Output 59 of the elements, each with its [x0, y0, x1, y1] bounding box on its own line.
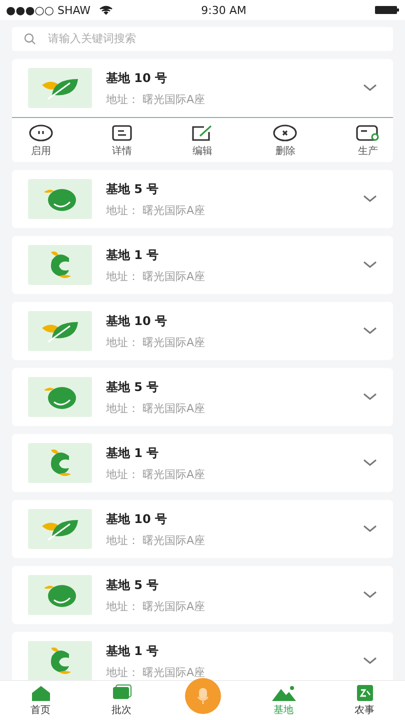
base-name: 基地 10 号	[106, 70, 168, 86]
base-address: 地址： 曙光国际A座	[106, 268, 206, 284]
base-address: 地址： 曙光国际A座	[106, 92, 206, 106]
action-button[interactable]: 详情	[110, 124, 133, 158]
base-card[interactable]: 基地 10 号 地址： 曙光国际A座 启用 详情 编辑 删除 生产	[12, 59, 393, 162]
base-name: 基地 10 号	[106, 312, 168, 330]
chevron-down-icon[interactable]	[363, 261, 377, 269]
base-card[interactable]: 基地 10 号 地址： 曙光国际A座	[12, 500, 393, 558]
base-card[interactable]: 基地 5 号 地址： 曙光国际A座	[12, 368, 393, 426]
base-address: 地址： 曙光国际A座	[106, 598, 206, 614]
base-card[interactable]: 基地 5 号 地址： 曙光国际A座	[12, 566, 393, 624]
chevron-down-icon[interactable]	[363, 393, 377, 401]
base-name: 基地 10 号	[106, 510, 168, 528]
base-address: 地址： 曙光国际A座	[106, 202, 206, 218]
chevron-down-icon[interactable]	[363, 525, 377, 533]
chevron-down-icon[interactable]	[363, 195, 377, 203]
wifi-icon	[98, 5, 113, 15]
base-card[interactable]: 基地 1 号 地址： 曙光国际A座	[12, 632, 393, 680]
base-name: 基地 5 号	[106, 180, 160, 198]
base-card[interactable]: 基地 10 号 地址： 曙光国际A座	[12, 302, 393, 360]
tab-item[interactable]: 基地	[243, 684, 324, 720]
document-icon	[110, 124, 133, 142]
home-icon	[30, 684, 52, 702]
battery-icon	[375, 6, 399, 14]
base-name: 基地 1 号	[106, 444, 160, 462]
action-button[interactable]: 编辑	[190, 124, 216, 158]
base-card[interactable]: 基地 1 号 地址： 曙光国际A座	[12, 236, 393, 294]
search-icon	[24, 33, 36, 45]
action-button[interactable]: 生产	[355, 124, 381, 158]
base-address: 地址： 曙光国际A座	[106, 400, 206, 416]
action-button[interactable]: 启用	[28, 124, 54, 158]
base-name: 基地 5 号	[106, 378, 160, 396]
base-card[interactable]: 基地 1 号 地址： 曙光国际A座	[12, 434, 393, 492]
chevron-down-icon[interactable]	[363, 84, 377, 92]
base-name: 基地 1 号	[106, 642, 160, 660]
tab-item[interactable]: 农事	[324, 684, 405, 720]
carrier-label: ●●●○○ SHAW	[6, 4, 91, 16]
card-gear-icon	[355, 124, 381, 142]
layers-icon	[110, 684, 132, 702]
base-address: 地址： 曙光国际A座	[106, 664, 206, 680]
search-bar[interactable]: 请输入关键词搜索	[12, 27, 393, 51]
tab-item[interactable]: 首页	[0, 684, 81, 720]
base-address: 地址： 曙光国际A座	[106, 532, 206, 548]
delete-icon	[272, 124, 298, 142]
mountain-icon	[270, 684, 296, 702]
chevron-down-icon[interactable]	[363, 459, 377, 467]
chevron-down-icon[interactable]	[363, 591, 377, 599]
tab-item[interactable]: 批次	[81, 684, 162, 720]
base-card[interactable]: 基地 5 号 地址： 曙光国际A座	[12, 170, 393, 228]
base-address: 地址： 曙光国际A座	[106, 466, 206, 482]
chevron-down-icon[interactable]	[363, 327, 377, 335]
base-name: 基地 1 号	[106, 246, 160, 264]
chevron-down-icon[interactable]	[363, 657, 377, 665]
base-name: 基地 5 号	[106, 576, 160, 594]
action-button[interactable]: 删除	[272, 124, 298, 158]
status-time: 9:30 AM	[201, 4, 246, 16]
microphone-icon	[196, 687, 208, 705]
power-icon	[28, 124, 54, 142]
base-address: 地址： 曙光国际A座	[106, 334, 206, 350]
